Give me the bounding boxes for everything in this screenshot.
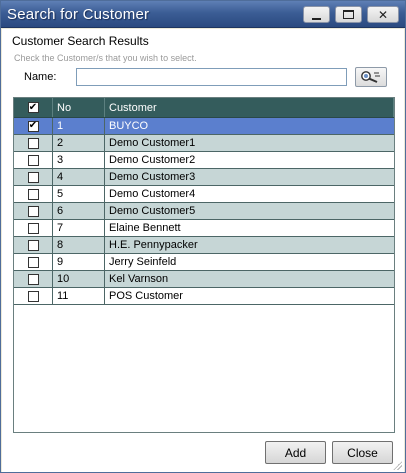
add-button[interactable]: Add: [265, 441, 326, 464]
table-row[interactable]: 4 Demo Customer3: [14, 169, 394, 186]
row-customer-name: Demo Customer3: [109, 171, 196, 183]
row-check-cell[interactable]: [14, 152, 53, 168]
dialog-content: Customer Search Results Check the Custom…: [2, 29, 404, 472]
row-number: 2: [53, 135, 105, 151]
name-label: Name:: [24, 71, 57, 83]
row-check-cell[interactable]: [14, 237, 53, 253]
row-check-cell[interactable]: [14, 169, 53, 185]
row-checkbox[interactable]: [27, 171, 39, 183]
row-customer-name: BUYCO: [109, 120, 149, 132]
row-check-cell[interactable]: [14, 203, 53, 219]
table-row[interactable]: 7 Elaine Bennett: [14, 220, 394, 237]
table-row[interactable]: 11 POS Customer: [14, 288, 394, 305]
table-row[interactable]: 8 H.E. Pennypacker: [14, 237, 394, 254]
row-check-cell[interactable]: ✔: [14, 118, 53, 134]
row-customer-name: Kel Varnson: [109, 273, 169, 285]
table-row[interactable]: 6 Demo Customer5: [14, 203, 394, 220]
minimize-icon: [312, 17, 321, 20]
row-checkbox[interactable]: [27, 137, 39, 149]
row-checkbox[interactable]: [27, 205, 39, 217]
search-icon: [361, 71, 380, 83]
customer-results-grid[interactable]: ✔ No Customer ✔ 1 BUYCO 2 Demo Customer1 3 Dem…: [13, 97, 395, 433]
row-check-cell[interactable]: [14, 220, 53, 236]
row-check-cell[interactable]: [14, 186, 53, 202]
row-customer-name: Demo Customer4: [109, 188, 196, 200]
maximize-icon: [343, 10, 354, 19]
maximize-button[interactable]: [335, 6, 362, 23]
search-button[interactable]: [355, 67, 387, 87]
row-customer-name: Demo Customer5: [109, 205, 196, 217]
close-icon: ✕: [377, 7, 389, 22]
table-row[interactable]: 10 Kel Varnson: [14, 271, 394, 288]
row-check-cell[interactable]: [14, 288, 53, 304]
row-customer-name: POS Customer: [109, 290, 183, 302]
search-for-customer-window: Search for Customer ✕ Customer Search Re…: [0, 0, 406, 473]
row-checkbox[interactable]: [27, 188, 39, 200]
close-window-button[interactable]: ✕: [367, 6, 399, 23]
title-bar[interactable]: Search for Customer ✕: [1, 1, 405, 28]
row-checkbox[interactable]: [27, 239, 39, 251]
table-row[interactable]: 2 Demo Customer1: [14, 135, 394, 152]
row-customer-name: Demo Customer2: [109, 154, 196, 166]
row-check-cell[interactable]: [14, 271, 53, 287]
name-search-input[interactable]: [76, 68, 347, 86]
row-number: 5: [53, 186, 105, 202]
row-checkbox[interactable]: [27, 154, 39, 166]
row-number: 10: [53, 271, 105, 287]
table-row[interactable]: 5 Demo Customer4: [14, 186, 394, 203]
header-select-all-cell[interactable]: ✔: [14, 98, 53, 117]
row-number: 11: [53, 288, 105, 304]
row-customer-name: Demo Customer1: [109, 137, 196, 149]
close-button[interactable]: Close: [332, 441, 393, 464]
table-row[interactable]: 3 Demo Customer2: [14, 152, 394, 169]
grid-header-row: ✔ No Customer: [14, 98, 394, 118]
row-customer-name: Jerry Seinfeld: [109, 256, 177, 268]
minimize-button[interactable]: [303, 6, 330, 23]
results-heading: Customer Search Results: [12, 34, 149, 48]
resize-grip[interactable]: [392, 460, 402, 470]
column-header-no[interactable]: No: [53, 98, 105, 117]
row-checkbox[interactable]: [27, 222, 39, 234]
instruction-text: Check the Customer/s that you wish to se…: [14, 53, 197, 63]
row-number: 8: [53, 237, 105, 253]
select-all-checkbox[interactable]: ✔: [27, 102, 39, 113]
row-number: 1: [53, 118, 105, 134]
row-number: 9: [53, 254, 105, 270]
row-checkbox[interactable]: [27, 273, 39, 285]
table-row[interactable]: 9 Jerry Seinfeld: [14, 254, 394, 271]
row-check-cell[interactable]: [14, 254, 53, 270]
row-customer-name: Elaine Bennett: [109, 222, 181, 234]
row-check-cell[interactable]: [14, 135, 53, 151]
row-checkbox[interactable]: [27, 290, 39, 302]
row-checkbox[interactable]: ✔: [27, 120, 39, 132]
table-row[interactable]: ✔ 1 BUYCO: [14, 118, 394, 135]
window-title: Search for Customer: [7, 6, 150, 23]
column-header-customer[interactable]: Customer: [105, 98, 394, 117]
row-number: 6: [53, 203, 105, 219]
row-checkbox[interactable]: [27, 256, 39, 268]
row-customer-name: H.E. Pennypacker: [109, 239, 198, 251]
row-number: 4: [53, 169, 105, 185]
row-number: 7: [53, 220, 105, 236]
row-number: 3: [53, 152, 105, 168]
